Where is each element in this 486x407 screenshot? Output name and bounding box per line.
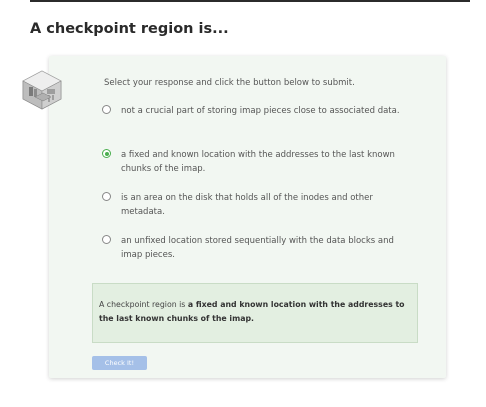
radio-unchecked-icon[interactable] — [102, 235, 111, 244]
option-label: a fixed and known location with the addr… — [121, 150, 395, 174]
instructions-text: Select your response and click the butto… — [104, 78, 355, 88]
feedback-prefix: A checkpoint region is — [99, 300, 188, 309]
radio-unchecked-icon[interactable] — [102, 192, 111, 201]
check-it-button[interactable]: Check It! — [92, 356, 147, 370]
top-divider — [30, 0, 470, 2]
option-label: is an area on the disk that holds all of… — [121, 193, 373, 217]
option-label: not a crucial part of storing imap piece… — [121, 106, 400, 116]
feedback-box: A checkpoint region is a fixed and known… — [92, 283, 418, 343]
option-label: an unfixed location stored sequentially … — [121, 236, 394, 260]
radio-unchecked-icon[interactable] — [102, 105, 111, 114]
question-title: A checkpoint region is... — [30, 21, 229, 37]
feedback-text: A checkpoint region is a fixed and known… — [99, 298, 413, 326]
isometric-room-icon — [21, 69, 63, 111]
radio-checked-icon[interactable] — [102, 149, 111, 158]
